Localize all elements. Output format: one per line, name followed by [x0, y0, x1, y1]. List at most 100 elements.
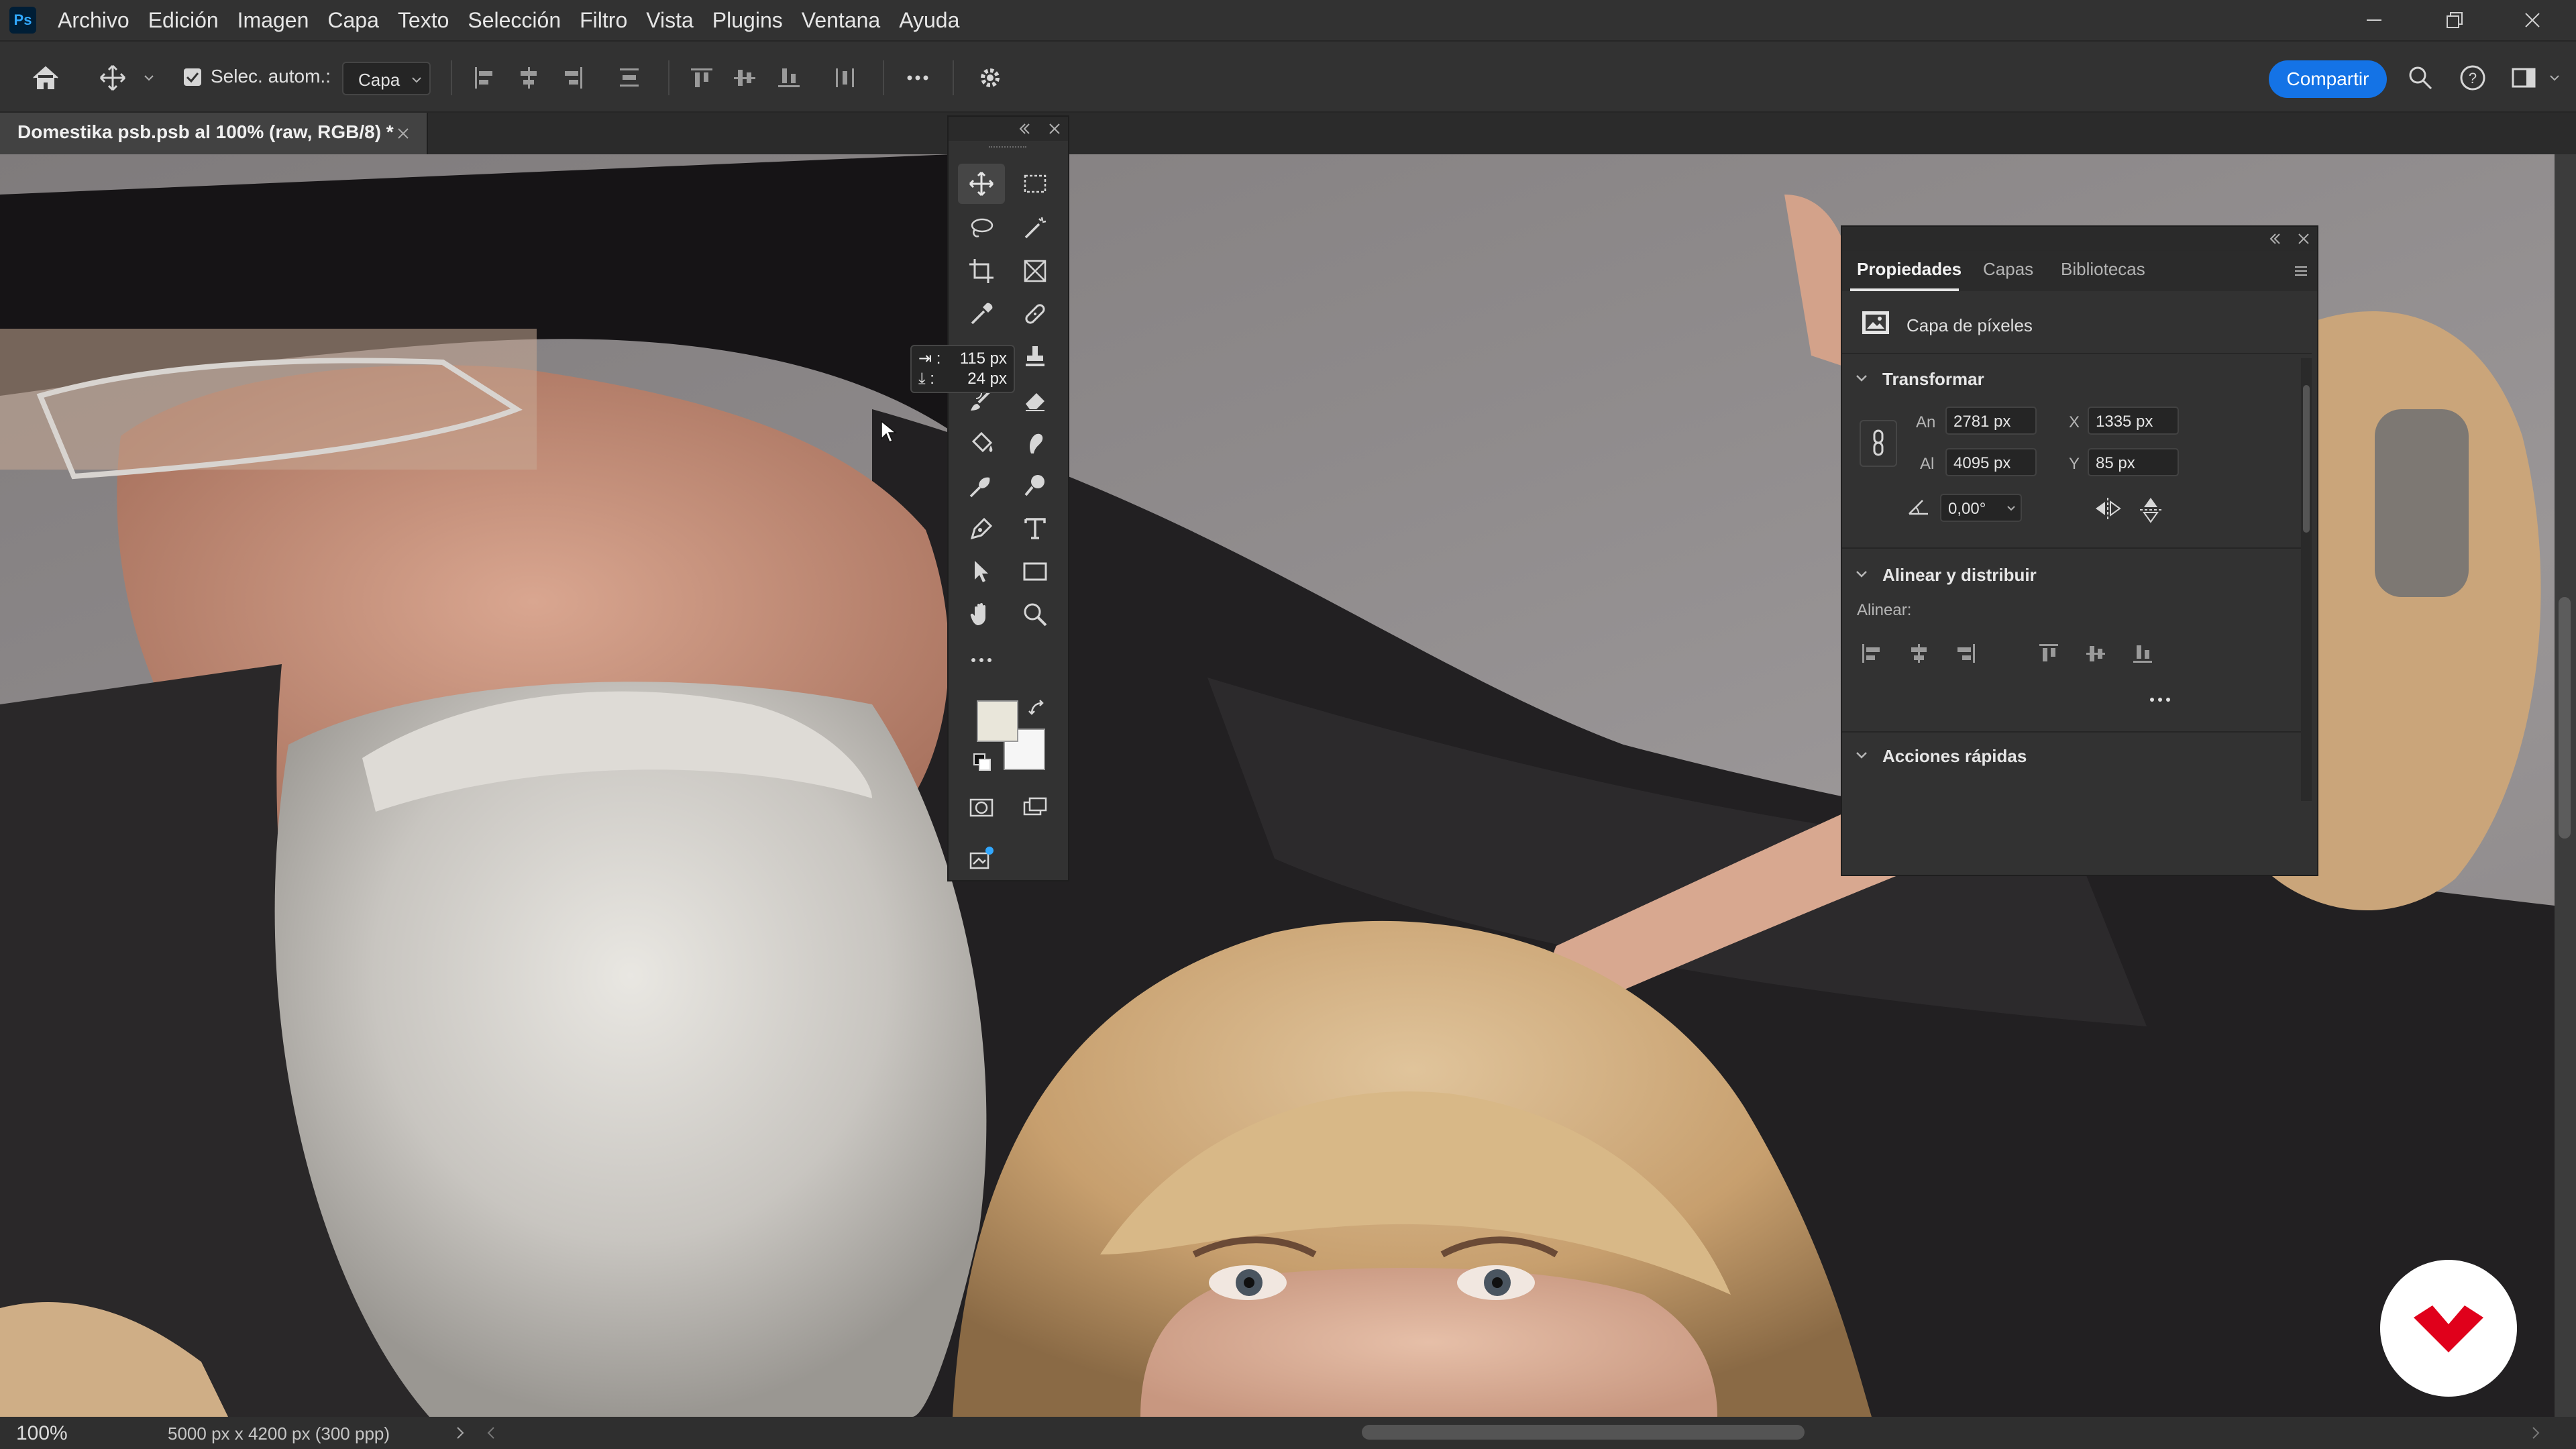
y-position-field[interactable]: 85 px — [2088, 448, 2179, 476]
align-top-button[interactable] — [683, 59, 720, 97]
foreground-color-swatch[interactable] — [977, 700, 1018, 742]
eyedropper-tool[interactable] — [958, 294, 1005, 334]
chevron-down-icon[interactable] — [1854, 747, 1869, 762]
horizontal-scroll-thumb[interactable] — [1362, 1425, 1805, 1440]
align-top-edges-icon[interactable] — [2037, 641, 2061, 665]
menu-edicion[interactable]: Edición — [148, 8, 219, 33]
search-button[interactable] — [2402, 59, 2439, 97]
menu-vista[interactable]: Vista — [646, 8, 694, 33]
path-selection-tool[interactable] — [958, 551, 1005, 592]
zoom-level[interactable]: 100% — [16, 1422, 68, 1445]
rectangle-tool[interactable] — [1012, 551, 1059, 592]
quick-actions-section-title[interactable]: Acciones rápidas — [1882, 746, 2027, 767]
align-center-h-button[interactable] — [510, 59, 547, 97]
default-colors-icon[interactable] — [973, 753, 993, 773]
zoom-tool[interactable] — [1012, 594, 1059, 635]
align-right-edges-icon[interactable] — [1953, 641, 1978, 665]
dodge-tool[interactable] — [958, 466, 1005, 506]
align-middle-v-button[interactable] — [726, 59, 763, 97]
crop-tool[interactable] — [958, 251, 1005, 291]
menu-plugins[interactable]: Plugins — [712, 8, 783, 33]
frame-tool[interactable] — [1012, 251, 1059, 291]
flip-horizontal-icon[interactable] — [2093, 495, 2123, 522]
align-horizontal-centers-icon[interactable] — [1907, 641, 1931, 665]
burn-tool[interactable] — [1012, 466, 1059, 506]
close-window-button[interactable] — [2496, 0, 2569, 40]
menu-texto[interactable]: Texto — [398, 8, 449, 33]
align-vertical-centers-icon[interactable] — [2084, 641, 2108, 665]
drag-grip[interactable] — [989, 146, 1026, 152]
menu-filtro[interactable]: Filtro — [580, 8, 627, 33]
vertical-scroll-thumb[interactable] — [2559, 597, 2571, 839]
scroll-left-icon[interactable] — [484, 1425, 498, 1441]
menu-seleccion[interactable]: Selección — [468, 8, 561, 33]
hand-tool[interactable] — [958, 594, 1005, 635]
vertical-scrollbar[interactable] — [2555, 154, 2576, 1417]
magic-wand-tool[interactable] — [1012, 208, 1059, 248]
tools-panel-header[interactable] — [949, 117, 1068, 141]
close-tab-button[interactable] — [394, 119, 412, 146]
quick-mask-button[interactable] — [958, 788, 1005, 828]
panel-menu-icon[interactable] — [2293, 263, 2309, 279]
distribute-h-button[interactable] — [826, 59, 864, 97]
tab-bibliotecas[interactable]: Bibliotecas — [2061, 259, 2145, 280]
tab-propiedades[interactable]: Propiedades — [1857, 259, 1962, 280]
move-tool-preset[interactable] — [94, 59, 131, 97]
height-field[interactable]: 4095 px — [1945, 448, 2037, 476]
swap-colors-icon[interactable] — [1028, 699, 1048, 719]
chevron-right-icon[interactable] — [453, 1425, 467, 1441]
generative-fill-button[interactable] — [958, 839, 1005, 879]
screen-mode-button[interactable] — [1012, 788, 1059, 828]
eraser-tool[interactable] — [1012, 380, 1059, 420]
properties-scrollbar[interactable] — [2301, 358, 2312, 801]
type-tool[interactable] — [1012, 508, 1059, 549]
restore-button[interactable] — [2418, 0, 2491, 40]
align-left-edges-icon[interactable] — [1860, 641, 1884, 665]
x-position-field[interactable]: 1335 px — [2088, 407, 2179, 435]
paint-bucket-tool[interactable] — [958, 423, 1005, 463]
smudge-tool[interactable] — [1012, 423, 1059, 463]
workspace-button[interactable] — [2505, 59, 2542, 97]
menu-capa[interactable]: Capa — [327, 8, 379, 33]
marquee-tool[interactable] — [1012, 164, 1059, 204]
lasso-tool[interactable] — [958, 208, 1005, 248]
properties-scroll-thumb[interactable] — [2303, 385, 2310, 533]
properties-panel-header[interactable] — [1842, 227, 2317, 251]
auto-select-target-select[interactable]: Capa — [342, 62, 431, 95]
preset-dropdown[interactable] — [137, 59, 161, 97]
transform-section-title[interactable]: Transformar — [1882, 369, 1984, 390]
help-button[interactable]: ? — [2454, 59, 2491, 97]
tab-capas[interactable]: Capas — [1983, 259, 2033, 280]
distribute-v-button[interactable] — [610, 59, 648, 97]
width-field[interactable]: 2781 px — [1945, 407, 2037, 435]
pen-tool[interactable] — [958, 508, 1005, 549]
healing-brush-tool[interactable] — [1012, 294, 1059, 334]
share-button[interactable]: Compartir — [2269, 60, 2387, 98]
workspace-dropdown[interactable] — [2542, 59, 2567, 97]
angle-field[interactable]: 0,00° — [1940, 494, 2022, 522]
move-tool[interactable] — [958, 164, 1005, 204]
more-align-options-icon[interactable] — [2147, 690, 2174, 710]
settings-button[interactable] — [971, 59, 1009, 97]
align-right-button[interactable] — [554, 59, 592, 97]
more-tools[interactable] — [958, 640, 1005, 680]
stamp-tool[interactable] — [1012, 337, 1059, 377]
align-left-button[interactable] — [466, 59, 503, 97]
menu-archivo[interactable]: Archivo — [58, 8, 129, 33]
flip-vertical-icon[interactable] — [2137, 495, 2164, 525]
scroll-right-icon[interactable] — [2529, 1425, 2542, 1441]
align-section-title[interactable]: Alinear y distribuir — [1882, 565, 2037, 586]
link-proportions-button[interactable] — [1860, 420, 1897, 467]
chevron-down-icon[interactable] — [1854, 370, 1869, 385]
auto-select-checkbox[interactable] — [184, 68, 201, 86]
menu-imagen[interactable]: Imagen — [237, 8, 309, 33]
home-button[interactable] — [27, 59, 64, 97]
document-tab[interactable]: Domestika psb.psb al 100% (raw, RGB/8) * — [0, 113, 428, 154]
align-bottom-edges-icon[interactable] — [2131, 641, 2155, 665]
chevron-down-icon[interactable] — [1854, 566, 1869, 581]
menu-ayuda[interactable]: Ayuda — [899, 8, 959, 33]
align-bottom-button[interactable] — [770, 59, 808, 97]
more-options-button[interactable] — [899, 59, 936, 97]
menu-ventana[interactable]: Ventana — [802, 8, 880, 33]
minimize-button[interactable] — [2337, 0, 2411, 40]
